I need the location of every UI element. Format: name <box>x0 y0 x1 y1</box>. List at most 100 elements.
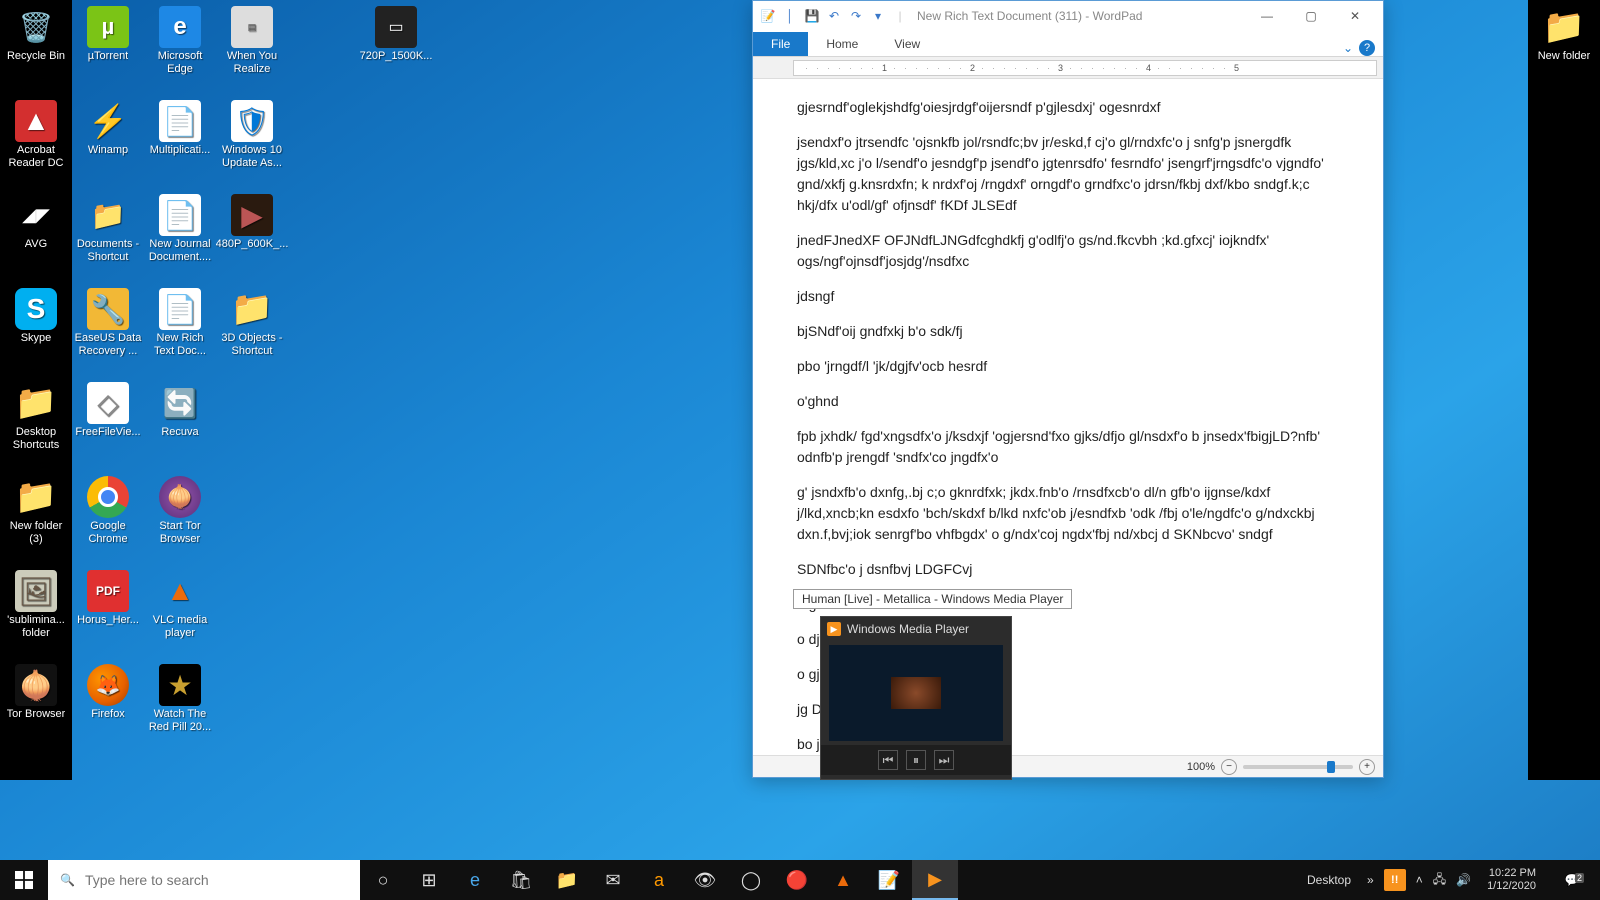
undo-icon[interactable]: ↶ <box>825 9 843 23</box>
desktop-icon[interactable]: Watch The Red Pill 20... <box>144 662 216 756</box>
recuva-icon <box>159 382 201 424</box>
desktop-icon-label: 480P_600K_... <box>216 238 289 251</box>
tray-chevrons-icon[interactable]: » <box>1367 873 1374 887</box>
taskbar-mail[interactable]: ✉ <box>590 860 636 900</box>
taskbar-tripadvisor[interactable]: 👁 <box>682 860 728 900</box>
desktop-icon-new-folder-right[interactable]: New folder <box>1528 4 1600 65</box>
ruler-mark: 3 <box>1058 63 1063 73</box>
document-paragraph[interactable]: jdsngf <box>797 286 1343 307</box>
wordpad-titlebar[interactable]: 📝 │ 💾 ↶ ↷ ▾ | New Rich Text Document (31… <box>753 1 1383 31</box>
desktop-icon[interactable]: Microsoft Edge <box>144 4 216 98</box>
tab-file[interactable]: File <box>753 32 808 56</box>
taskbar-wmp[interactable]: ▶ <box>912 860 958 900</box>
save-icon[interactable]: 💾 <box>803 9 821 23</box>
desktop-icon[interactable]: Horus_Her... <box>72 568 144 662</box>
taskbar-amazon[interactable]: a <box>636 860 682 900</box>
zoom-slider[interactable] <box>1243 765 1353 769</box>
desktop-icon[interactable]: FreeFileVie... <box>72 380 144 474</box>
collapse-ribbon-icon[interactable]: ⌄ <box>1343 41 1353 55</box>
help-icon[interactable]: ? <box>1359 40 1375 56</box>
desktop-icon[interactable]: 720P_1500K... <box>360 4 432 98</box>
search-input[interactable] <box>85 872 348 888</box>
desktop-icon[interactable]: Winamp <box>72 98 144 192</box>
desktop-icon[interactable]: Skype <box>0 286 72 380</box>
desktop-icon[interactable]: Documents - Shortcut <box>72 192 144 286</box>
desktop-icon[interactable]: 3D Objects - Shortcut <box>216 286 288 380</box>
desktop-icon[interactable]: Multiplicati... <box>144 98 216 192</box>
wmp-taskbar-preview[interactable]: ▶ Windows Media Player ⏮ ⏸ ⏭ <box>820 616 1012 780</box>
task-view-button[interactable]: ⊞ <box>406 860 452 900</box>
desktop-icon[interactable]: 'sublimina... folder <box>0 568 72 662</box>
desktop-icon[interactable]: VLC media player <box>144 568 216 662</box>
desktop-icon[interactable]: Acrobat Reader DC <box>0 98 72 192</box>
desktop-icon[interactable]: When You Realize <box>216 4 288 98</box>
desktop-icon[interactable]: Windows 10 Update As... <box>216 98 288 192</box>
desktop-icon[interactable]: AVG <box>0 192 72 286</box>
doc-icon <box>159 288 201 330</box>
taskbar-clock[interactable]: 10:22 PM 1/12/2020 <box>1481 867 1542 892</box>
tab-home[interactable]: Home <box>808 32 876 56</box>
action-center-button[interactable]: 💬 2 <box>1552 873 1592 887</box>
wmp-prev-button[interactable]: ⏮ <box>878 750 898 770</box>
redo-icon[interactable]: ↷ <box>847 9 865 23</box>
desktop-icon-label: 720P_1500K... <box>360 50 433 63</box>
taskbar-explorer[interactable]: 📁 <box>544 860 590 900</box>
document-paragraph[interactable]: fpb jxhdk/ fgd'xngsdfx'o j/ksdxjf 'ogjer… <box>797 426 1343 468</box>
zoom-out-button[interactable]: − <box>1221 759 1237 775</box>
cortana-button[interactable]: ○ <box>360 860 406 900</box>
wmp-next-button[interactable]: ⏭ <box>934 750 954 770</box>
desktop-icon[interactable]: New Rich Text Doc... <box>144 286 216 380</box>
start-button[interactable] <box>0 860 48 900</box>
desktop-icon[interactable]: Recuva <box>144 380 216 474</box>
ribbon-tabs: File Home View ⌄ ? <box>753 31 1383 57</box>
close-button[interactable]: ✕ <box>1333 2 1377 30</box>
document-paragraph[interactable]: SDNfbc'o j dsnfbvj LDGFCvj <box>797 559 1343 580</box>
tray-network-icon[interactable]: 🖧 <box>1433 870 1446 891</box>
minimize-button[interactable]: — <box>1245 2 1289 30</box>
tray-app-orange[interactable]: !! <box>1384 869 1406 891</box>
tab-view[interactable]: View <box>876 32 938 56</box>
wmp-thumbnail[interactable] <box>829 645 1003 741</box>
desktop-icon[interactable]: Recycle Bin <box>0 4 72 98</box>
qat-dropdown-icon[interactable]: ▾ <box>869 9 887 23</box>
desktop-icon-label: Desktop Shortcuts <box>2 426 70 451</box>
document-paragraph[interactable]: jsendxf'o jtrsendfc 'ojsnkfb jol/rsndfc;… <box>797 132 1343 216</box>
tray-volume-icon[interactable]: 🔊 <box>1456 873 1471 887</box>
zoom-in-button[interactable]: + <box>1359 759 1375 775</box>
taskbar-vlc[interactable]: ▲ <box>820 860 866 900</box>
document-paragraph[interactable]: jnedFJnedXF OFJNdfLJNGdfcghdkfj g'odlfj'… <box>797 230 1343 272</box>
desktop-icon[interactable]: Start Tor Browser <box>144 474 216 568</box>
document-paragraph[interactable]: gjesrndf'oglekjshdfg'oiesjrdgf'oijersndf… <box>797 97 1343 118</box>
tray-desktop-toolbar[interactable]: Desktop <box>1301 873 1357 887</box>
desktop-icon[interactable]: 480P_600K_... <box>216 192 288 286</box>
document-paragraph[interactable]: o'ghnd <box>797 391 1343 412</box>
document-paragraph[interactable]: g' jsndxfb'o dxnfg,.bj c;o gknrdfxk; jkd… <box>797 482 1343 545</box>
desktop-icon[interactable]: Google Chrome <box>72 474 144 568</box>
wordpad-app-icon: 📝 <box>759 9 777 23</box>
taskbar-edge[interactable]: e <box>452 860 498 900</box>
desktop-icon[interactable]: µTorrent <box>72 4 144 98</box>
taskbar-app-round[interactable]: 🔴 <box>774 860 820 900</box>
document-paragraph[interactable]: bjSNdf'oij gndfxkj b'o sdk/fj <box>797 321 1343 342</box>
taskbar-wordpad[interactable]: 📝 <box>866 860 912 900</box>
desktop-icon-label: Multiplicati... <box>150 144 211 157</box>
desktop-icon[interactable]: Tor Browser <box>0 662 72 756</box>
document-paragraph[interactable]: pbo 'jrngdf/l 'jk/dgjfv'ocb hesrdf <box>797 356 1343 377</box>
desktop-icon[interactable]: EaseUS Data Recovery ... <box>72 286 144 380</box>
wmp-pause-button[interactable]: ⏸ <box>906 750 926 770</box>
taskbar-store[interactable]: 🛍 <box>498 860 544 900</box>
tray-show-hidden-icon[interactable]: ˄ <box>1416 873 1423 887</box>
taskbar[interactable]: 🔍 ○ ⊞ e 🛍 📁 ✉ a 👁 ◯ 🔴 ▲ 📝 ▶ Desktop » !!… <box>0 860 1600 900</box>
desktop-icon-label: FreeFileVie... <box>75 426 140 439</box>
desktop-icon[interactable]: New Journal Document.... <box>144 192 216 286</box>
separator-icon: | <box>891 9 909 23</box>
desktop-icon[interactable]: New folder (3) <box>0 474 72 568</box>
gradient-icon <box>231 6 273 48</box>
maximize-button[interactable]: ▢ <box>1289 2 1333 30</box>
desktop-icon[interactable]: Firefox <box>72 662 144 756</box>
ruler[interactable]: 1·······2·······3·······4·······5······· <box>753 57 1383 79</box>
desktop-icon-label: Firefox <box>91 708 125 721</box>
desktop-icon[interactable]: Desktop Shortcuts <box>0 380 72 474</box>
taskbar-app-circle[interactable]: ◯ <box>728 860 774 900</box>
taskbar-search[interactable]: 🔍 <box>48 860 360 900</box>
